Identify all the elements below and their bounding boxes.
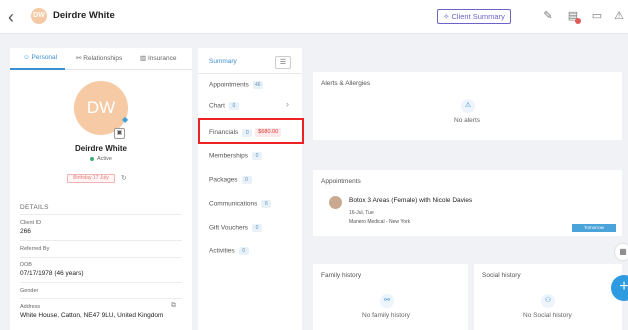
family-icon: ⚯	[380, 294, 394, 308]
notes-icon[interactable]: ▭	[589, 8, 605, 24]
field-label-dob: DOB	[20, 262, 32, 268]
status-dot	[90, 156, 94, 161]
menu-label: Memberships	[209, 152, 249, 160]
tab-relationships[interactable]: ⚯ Relationships	[76, 54, 122, 62]
sparkle-icon: ✧	[443, 12, 450, 21]
tomorrow-tag: Tomorrow	[572, 224, 616, 232]
field-label-gender: Gender	[20, 288, 39, 294]
menu-label: Packages	[209, 176, 238, 184]
profile-tabs: ☺ Personal ⚯ Relationships ▥ Insurance	[10, 48, 192, 70]
pencil-icon[interactable]: ✎	[540, 8, 556, 24]
no-family-history-text: No family history	[362, 312, 411, 319]
highlight-box	[198, 118, 304, 144]
divider	[20, 298, 182, 299]
count-badge: 0	[238, 247, 249, 255]
menu-item-activities[interactable]: Activities 0	[209, 247, 249, 255]
count-badge: 0	[252, 224, 263, 232]
menu-item-appointments[interactable]: Appointments 46	[209, 81, 263, 89]
count-badge: 46	[252, 81, 263, 89]
chevron-right-icon[interactable]: ›	[286, 99, 289, 109]
social-history-title: Social history	[482, 272, 521, 279]
social-icon: ⚇	[541, 294, 555, 308]
id-card-icon[interactable]: ▣	[114, 128, 125, 139]
no-social-history-text: No Social history	[523, 312, 572, 319]
count-badge: 0	[241, 176, 252, 184]
client-summary-button[interactable]: ✧ Client Summary	[437, 9, 511, 24]
no-alerts-text: No alerts	[454, 117, 481, 124]
birthday-badge: Birthday 17 July	[67, 174, 115, 183]
avatar: DW	[31, 8, 47, 24]
menu-label: Gift Vouchers	[209, 224, 249, 232]
menu-label: Chart	[209, 102, 225, 110]
invoice-icon[interactable]: ▤	[565, 8, 581, 24]
profile-avatar[interactable]: DW	[74, 81, 128, 135]
count-badge: 0	[228, 102, 239, 110]
tag-icon: ◆	[122, 115, 129, 124]
tab-insurance[interactable]: ▥ Insurance	[140, 54, 177, 62]
menu-item-memberships[interactable]: Memberships 0	[209, 152, 263, 160]
back-arrow-icon[interactable]: ‹	[8, 7, 24, 27]
status-badge: Active	[10, 156, 192, 162]
provider-avatar	[329, 196, 342, 209]
appointment-date: 16-Jul, Tue	[349, 210, 374, 216]
alerts-card: Alerts & Allergies ⚠ No alerts	[313, 72, 622, 140]
notification-dot	[575, 18, 581, 24]
tab-personal[interactable]: ☺ Personal	[23, 54, 57, 61]
appointment-location: Manero Medical - New York	[349, 219, 411, 225]
menu-label: Appointments	[209, 81, 249, 89]
menu-item-summary[interactable]: Summary	[209, 58, 237, 65]
menu-label: Communications	[209, 200, 258, 208]
family-history-card: Family history ⚯ No family history	[313, 264, 468, 330]
menu-item-communications[interactable]: Communications 6	[209, 200, 272, 208]
profile-name: Deirdre White	[74, 144, 127, 153]
tab-insurance-label: Insurance	[147, 55, 177, 62]
alert-icon: ⚠	[461, 99, 475, 113]
family-history-title: Family history	[321, 272, 362, 279]
status-label: Active	[97, 156, 112, 162]
appointment-service: Botox 3 Areas (Female) with Nicole Davie…	[349, 197, 473, 204]
section-menu: ☰ Summary Appointments 46 Chart 0 › Financ…	[198, 48, 302, 330]
client-name-title: Deirdre White	[53, 10, 115, 21]
alerts-title: Alerts & Allergies	[321, 80, 371, 87]
appointments-title: Appointments	[321, 178, 361, 185]
menu-item-chart[interactable]: Chart 0	[209, 102, 239, 110]
field-label-address: Address	[20, 304, 41, 310]
field-label-referred-by: Referred By	[20, 246, 50, 252]
calendar-icon[interactable]: ▦	[614, 243, 628, 261]
tab-personal-label: Personal	[31, 54, 58, 61]
appointments-card: Appointments Botox 3 Areas (Female) with…	[313, 170, 622, 236]
count-badge: 6	[261, 200, 272, 208]
appointment-item[interactable]: Botox 3 Areas (Female) with Nicole Davie…	[313, 188, 622, 236]
top-bar: ‹ DW Deirdre White ✧ Client Summary ✎ ▤ ▭…	[0, 0, 628, 34]
field-value-client-id: 266	[20, 228, 31, 235]
field-value-dob: 07/17/1978 (46 years)	[20, 270, 84, 277]
profile-panel: ☺ Personal ⚯ Relationships ▥ Insurance D…	[10, 48, 192, 330]
divider	[20, 240, 182, 241]
copy-icon[interactable]: ⧉	[171, 302, 176, 310]
tab-relationships-label: Relationships	[83, 55, 123, 62]
divider	[20, 257, 182, 258]
field-label-client-id: Client ID	[20, 220, 42, 226]
count-badge: 0	[252, 152, 263, 160]
social-history-card: Social history ⚇ No Social history	[474, 264, 622, 330]
divider	[20, 214, 182, 215]
active-tab-indicator	[10, 68, 65, 70]
menu-item-packages[interactable]: Packages 0	[209, 176, 252, 184]
details-heading: DETAILS	[20, 204, 49, 211]
menu-label: Activities	[209, 247, 235, 255]
field-value-address: White House, Catton, NE47 9LU, United Ki…	[20, 312, 164, 319]
menu-label: Summary	[209, 58, 237, 65]
warning-icon[interactable]: ⚠	[611, 8, 627, 24]
filter-icon[interactable]: ☰	[275, 56, 291, 69]
divider	[20, 282, 182, 283]
client-summary-label: Client Summary	[451, 12, 505, 21]
menu-item-gift-vouchers[interactable]: Gift Vouchers 0	[209, 224, 263, 232]
refresh-icon[interactable]: ↻	[121, 174, 127, 182]
